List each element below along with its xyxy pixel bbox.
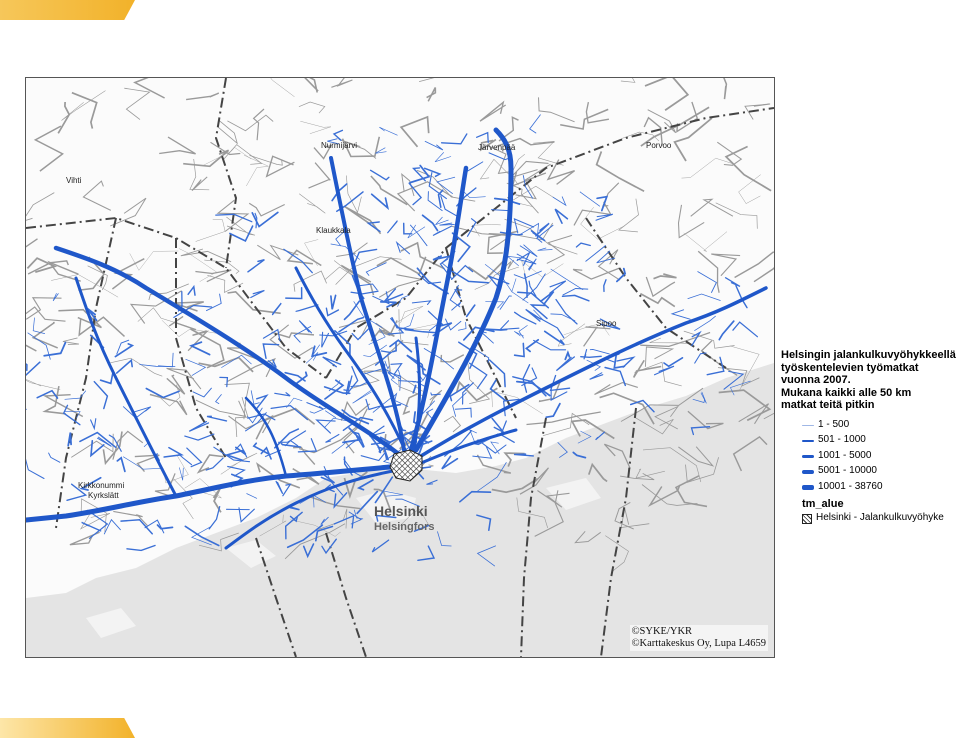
line-swatch (802, 440, 814, 442)
decorative-banner-top (0, 0, 135, 20)
minor-route (485, 328, 508, 331)
legend-entry-label: 501 - 1000 (818, 434, 866, 445)
decorative-banner-bottom (0, 718, 135, 738)
credit-line: ©Karttakeskus Oy, Lupa L4659 (631, 638, 766, 649)
legend-entry-label: 1 - 500 (818, 418, 850, 430)
map-canvas: Järvenpää Nurmijärvi Klaukkala Vihti Kir… (26, 78, 774, 657)
place-label: Sipoo (596, 319, 617, 328)
place-label: Nurmijärvi (321, 141, 357, 150)
line-swatch (802, 454, 814, 458)
map-credits: ©SYKE/YKR ©Karttakeskus Oy, Lupa L4659 (629, 625, 768, 651)
place-label: Klaukkala (316, 226, 351, 235)
hatched-box-icon (802, 514, 812, 524)
city-label: Helsinki (374, 503, 428, 519)
line-swatch (802, 470, 814, 474)
legend-zone-label: Helsinki - Jalankulkuvyöhyke (816, 512, 944, 523)
legend-entry-label: 10001 - 38760 (818, 480, 883, 492)
legend-entry: 1 - 500 (781, 418, 959, 434)
place-label: Vihti (66, 176, 82, 185)
line-swatch (802, 424, 814, 426)
legend-entry: 5001 - 10000 (781, 464, 959, 480)
legend-entry: 1001 - 5000 (781, 449, 959, 465)
legend-title-line: työskentelevien työmatkat (781, 361, 919, 374)
legend-zone-entry: Helsinki - Jalankulkuvyöhyke (781, 512, 959, 526)
map-legend: Helsingin jalankulkuvyöhykkeellä työsken… (781, 349, 959, 526)
legend-title-line: Helsingin jalankulkuvyöhykkeellä (781, 349, 956, 361)
commute-map[interactable]: Järvenpää Nurmijärvi Klaukkala Vihti Kir… (25, 77, 775, 658)
place-label: Järvenpää (478, 143, 516, 152)
place-label: Kyrkslätt (88, 491, 119, 500)
legend-entry: 501 - 1000 (781, 433, 959, 449)
legend-entry: 10001 - 38760 (781, 480, 959, 496)
legend-zone-heading: tm_alue (802, 498, 844, 510)
line-swatch (802, 484, 814, 490)
legend-title-line: vuonna 2007. (781, 374, 851, 386)
city-label-sv: Helsingfors (374, 521, 435, 533)
legend-title-line: Mukana kaikki alle 50 km (781, 386, 912, 399)
legend-entry-label: 1001 - 5000 (818, 449, 872, 461)
legend-title-line: matkat teitä pitkin (781, 399, 875, 411)
legend-entry-label: 5001 - 10000 (818, 465, 877, 476)
place-label: Kirkkonummi (78, 481, 124, 490)
legend-title: Helsingin jalankulkuvyöhykkeellä työsken… (781, 349, 959, 412)
credit-line: ©SYKE/YKR (631, 626, 693, 637)
place-label: Porvoo (646, 141, 672, 150)
